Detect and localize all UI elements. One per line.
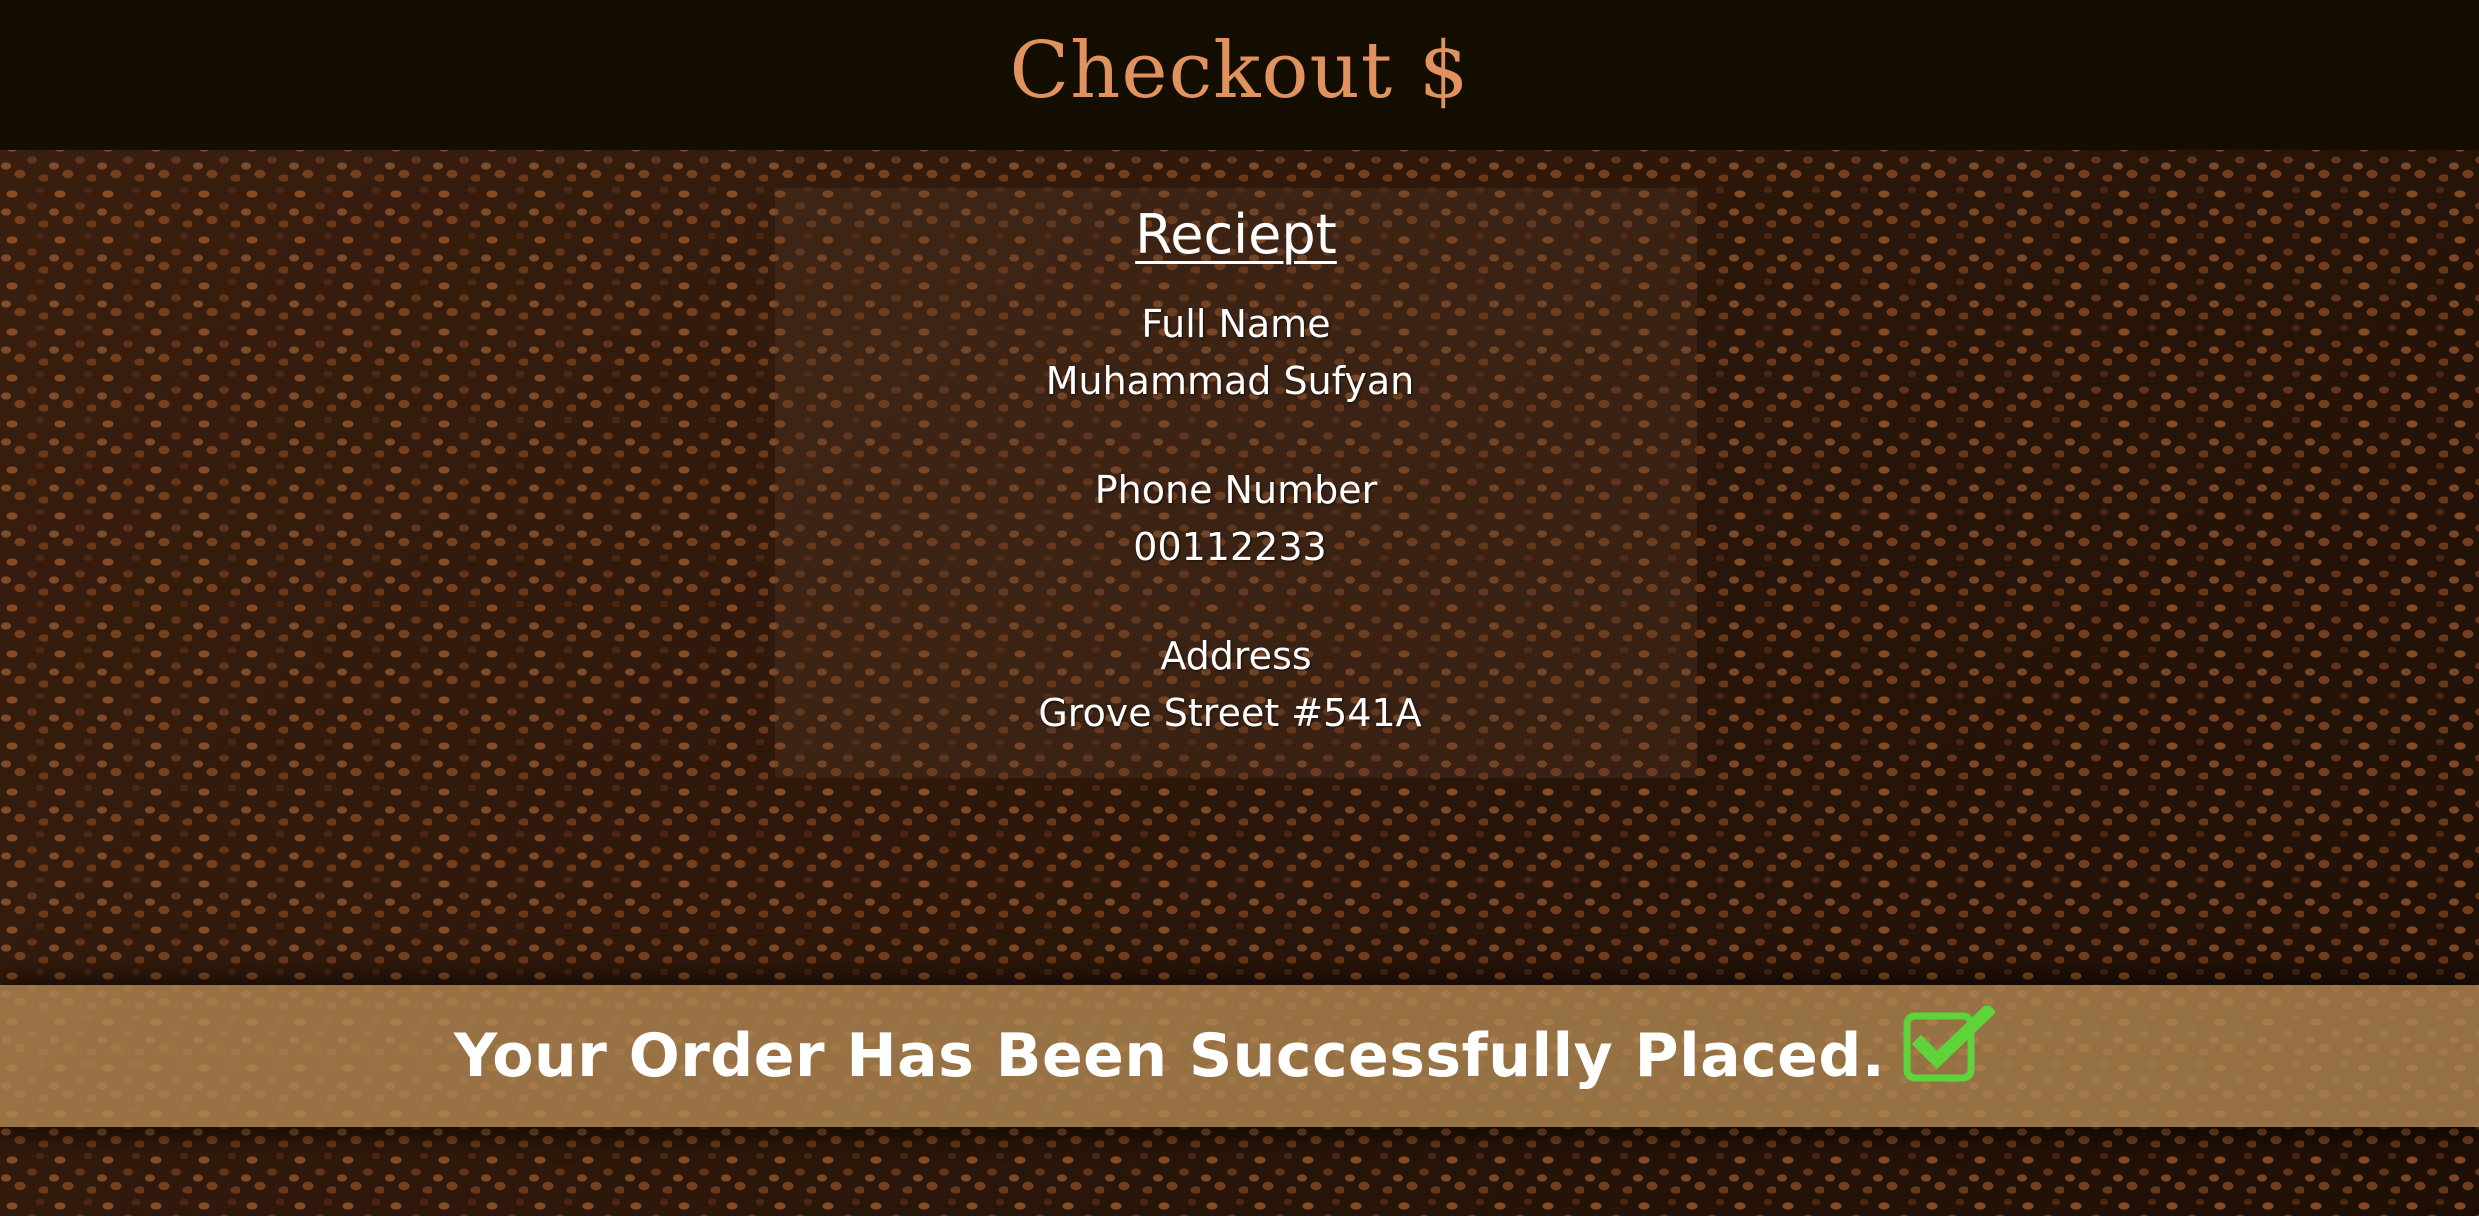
receipt-field-phone-number: Phone Number 00112233 — [775, 462, 1697, 576]
receipt-field-full-name: Full Name Muhammad Sufyan — [775, 296, 1697, 410]
receipt-title: Reciept — [1135, 203, 1337, 266]
success-message: Your Order Has Been Successfully Placed. — [453, 1021, 1886, 1091]
page-header: Checkout $ — [0, 0, 2479, 150]
page-title: Checkout $ — [1009, 26, 1470, 116]
field-label: Full Name — [1141, 301, 1331, 346]
field-value: Muhammad Sufyan — [1045, 358, 1415, 403]
order-success-banner: Your Order Has Been Successfully Placed. — [0, 985, 2479, 1127]
field-label: Address — [1160, 633, 1312, 678]
field-value: Grove Street #541A — [1038, 690, 1422, 735]
receipt-field-address: Address Grove Street #541A — [775, 628, 1697, 742]
field-value: 00112233 — [1133, 524, 1327, 569]
receipt-fields: Full Name Muhammad Sufyan Phone Number 0… — [775, 296, 1697, 742]
check-box-icon — [1903, 1002, 1997, 1084]
receipt-panel: Reciept Full Name Muhammad Sufyan Phone … — [775, 188, 1697, 778]
field-label: Phone Number — [1094, 467, 1378, 512]
